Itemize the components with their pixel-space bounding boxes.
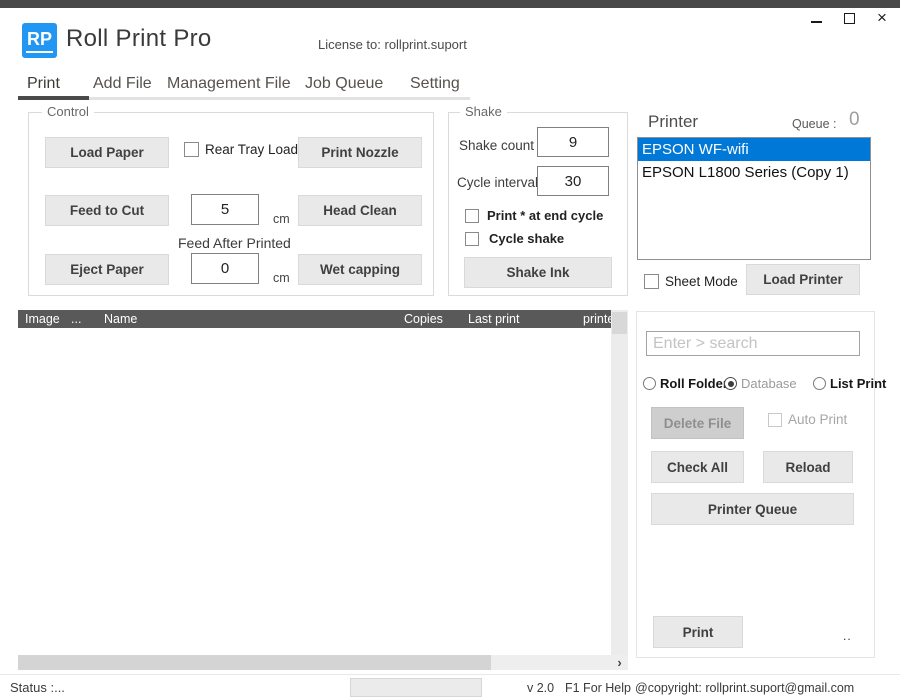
feed-after-printed-unit: cm bbox=[273, 271, 290, 285]
table-horizontal-scrollbar[interactable]: › bbox=[18, 655, 628, 670]
printer-section-title: Printer bbox=[648, 112, 698, 132]
sheet-mode-checkbox[interactable] bbox=[644, 274, 659, 289]
tab-add-file[interactable]: Add File bbox=[93, 75, 152, 93]
shake-group-title: Shake bbox=[460, 104, 507, 119]
reload-button[interactable]: Reload bbox=[763, 451, 853, 483]
app-logo-icon: RP bbox=[22, 23, 57, 58]
print-nozzle-button[interactable]: Print Nozzle bbox=[298, 137, 422, 168]
head-clean-button[interactable]: Head Clean bbox=[298, 195, 422, 226]
column-header-copies: Copies bbox=[404, 310, 443, 328]
app-logo-text: RP bbox=[26, 29, 53, 53]
control-group-title: Control bbox=[42, 104, 94, 119]
queue-label: Queue : bbox=[792, 117, 836, 131]
tab-bar-divider bbox=[89, 97, 470, 100]
sheet-mode-label: Sheet Mode bbox=[665, 274, 738, 289]
file-table-header[interactable]: Image ... Name Copies Last print printed bbox=[18, 310, 611, 328]
app-title: Roll Print Pro bbox=[66, 25, 212, 53]
help-text: F1 For Help bbox=[565, 681, 631, 695]
feed-to-cut-input[interactable] bbox=[191, 194, 259, 225]
vertical-scrollbar-thumb[interactable] bbox=[612, 312, 627, 334]
database-label: Database bbox=[741, 376, 797, 391]
shake-count-label: Shake count bbox=[459, 138, 534, 153]
feed-after-printed-label: Feed After Printed bbox=[178, 235, 291, 251]
delete-file-button[interactable]: Delete File bbox=[651, 407, 744, 439]
tab-job-queue[interactable]: Job Queue bbox=[305, 75, 383, 93]
progress-placeholder bbox=[350, 678, 482, 697]
check-all-button[interactable]: Check All bbox=[651, 451, 744, 483]
minimize-button[interactable] bbox=[808, 10, 824, 26]
auto-print-checkbox[interactable] bbox=[768, 413, 782, 427]
column-header-dots: ... bbox=[71, 310, 81, 328]
status-bar: Status :... v 2.0 F1 For Help @copyright… bbox=[0, 674, 900, 700]
cycle-interval-label: Cycle interval bbox=[457, 175, 538, 190]
rear-tray-load-label: Rear Tray Load bbox=[205, 142, 298, 157]
minimize-icon bbox=[811, 21, 822, 23]
cycle-interval-input[interactable] bbox=[537, 166, 609, 196]
close-button[interactable]: × bbox=[874, 10, 890, 26]
tab-print[interactable]: Print bbox=[27, 75, 60, 93]
list-print-radio[interactable] bbox=[813, 377, 826, 390]
maximize-icon bbox=[844, 13, 855, 24]
app-window: × RP Roll Print Pro License to: rollprin… bbox=[0, 0, 900, 700]
column-header-name: Name bbox=[104, 310, 137, 328]
table-vertical-scrollbar[interactable] bbox=[611, 310, 628, 655]
shake-ink-button[interactable]: Shake Ink bbox=[464, 257, 612, 288]
scroll-right-arrow-icon[interactable]: › bbox=[611, 655, 628, 670]
print-button[interactable]: Print bbox=[653, 616, 743, 648]
column-header-printed: printed bbox=[583, 310, 611, 328]
maximize-button[interactable] bbox=[841, 10, 857, 26]
auto-print-label: Auto Print bbox=[788, 412, 847, 427]
tab-management-file[interactable]: Management File bbox=[167, 75, 291, 93]
eject-paper-button[interactable]: Eject Paper bbox=[45, 254, 169, 285]
status-text: Status :... bbox=[10, 680, 65, 695]
printer-queue-button[interactable]: Printer Queue bbox=[651, 493, 854, 525]
list-print-label: List Print bbox=[830, 376, 886, 391]
print-end-cycle-label: Print * at end cycle bbox=[487, 208, 603, 223]
feed-to-cut-button[interactable]: Feed to Cut bbox=[45, 195, 169, 226]
printer-list-item[interactable]: EPSON L1800 Series (Copy 1) bbox=[638, 161, 870, 184]
close-icon: × bbox=[877, 10, 887, 26]
roll-folder-radio[interactable] bbox=[643, 377, 656, 390]
panel-dots: .. bbox=[843, 629, 852, 643]
actions-panel: Roll Folder Database List Print Delete F… bbox=[636, 311, 875, 658]
feed-after-printed-input[interactable] bbox=[191, 253, 259, 284]
search-input[interactable] bbox=[646, 331, 860, 356]
queue-count: 0 bbox=[849, 109, 860, 131]
wet-capping-button[interactable]: Wet capping bbox=[298, 254, 422, 285]
active-tab-indicator bbox=[18, 96, 89, 100]
copyright-text: @copyright: rollprint.suport@gmail.com bbox=[635, 681, 854, 695]
load-printer-button[interactable]: Load Printer bbox=[746, 264, 860, 295]
database-radio[interactable] bbox=[724, 377, 737, 390]
horizontal-scrollbar-thumb[interactable] bbox=[18, 655, 491, 670]
rear-tray-load-checkbox[interactable] bbox=[184, 142, 199, 157]
printer-list-item[interactable]: EPSON WF-wifi bbox=[638, 138, 870, 161]
feed-to-cut-unit: cm bbox=[273, 212, 290, 226]
cycle-shake-checkbox[interactable] bbox=[465, 232, 479, 246]
version-text: v 2.0 bbox=[527, 681, 554, 695]
column-header-image: Image bbox=[25, 310, 60, 328]
window-title-strip bbox=[0, 0, 900, 8]
print-end-cycle-checkbox[interactable] bbox=[465, 209, 479, 223]
column-header-last-print: Last print bbox=[468, 310, 519, 328]
printer-list: EPSON WF-wifi EPSON L1800 Series (Copy 1… bbox=[637, 137, 871, 260]
load-paper-button[interactable]: Load Paper bbox=[45, 137, 169, 168]
shake-group: Shake Shake count Cycle interval Print *… bbox=[448, 112, 628, 296]
roll-folder-label: Roll Folder bbox=[660, 376, 728, 391]
file-table-body bbox=[18, 328, 611, 655]
control-group: Control Load Paper Rear Tray Load Print … bbox=[28, 112, 434, 296]
cycle-shake-label: Cycle shake bbox=[489, 231, 564, 246]
window-controls: × bbox=[808, 8, 890, 28]
tab-setting[interactable]: Setting bbox=[410, 75, 460, 93]
license-text: License to: rollprint.suport bbox=[318, 37, 467, 52]
shake-count-input[interactable] bbox=[537, 127, 609, 157]
